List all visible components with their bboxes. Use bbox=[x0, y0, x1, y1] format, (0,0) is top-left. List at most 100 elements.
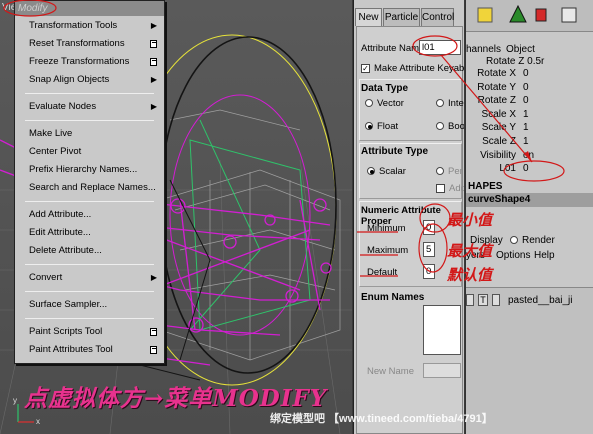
maximum-field[interactable]: 5 bbox=[423, 242, 435, 257]
dialog-panel: Attribute Name l01 ✓ Make Attribute Keyab… bbox=[356, 26, 464, 434]
attribute-name-field[interactable]: l01 bbox=[419, 40, 461, 55]
menu-item-reset-transformations[interactable]: Reset Transformations bbox=[15, 35, 164, 53]
channel-attr-value[interactable]: 0 bbox=[523, 68, 529, 79]
new-name-field[interactable] bbox=[423, 363, 461, 378]
menu-item-transformation-tools[interactable]: Transformation Tools ▶ bbox=[15, 17, 164, 35]
menu-item-label: Transformation Tools bbox=[29, 20, 118, 31]
layer-name[interactable]: pasted__bai_ji bbox=[508, 295, 573, 306]
add-checkbox-row[interactable]: Add bbox=[436, 183, 464, 194]
add-checkbox[interactable] bbox=[436, 183, 445, 193]
radio-vector-dot[interactable] bbox=[365, 99, 373, 108]
radio-scalar[interactable]: Scalar bbox=[367, 166, 406, 177]
menu-item-delete-attribute[interactable]: Delete Attribute... bbox=[15, 242, 164, 260]
option-box-icon[interactable] bbox=[150, 346, 157, 354]
render-radio-dot[interactable] bbox=[510, 236, 518, 245]
menu-item-prefix-hierarchy-names[interactable]: Prefix Hierarchy Names... bbox=[15, 161, 164, 179]
radio-float[interactable]: Float bbox=[365, 121, 398, 132]
menu-item-evaluate-nodes[interactable]: Evaluate Nodes ▶ bbox=[15, 98, 164, 116]
menu-items: Transformation Tools ▶ Reset Transformatio… bbox=[15, 16, 164, 359]
channel-attr-row[interactable]: Scale Y 1 bbox=[466, 122, 593, 136]
menu-separator bbox=[25, 264, 154, 265]
channel-toolbar bbox=[466, 0, 593, 32]
render-radio-row[interactable]: Render bbox=[510, 235, 555, 246]
channel-attr-value[interactable]: 1 bbox=[523, 122, 529, 133]
enum-names-list[interactable] bbox=[423, 305, 461, 355]
tab-channels[interactable]: hannels bbox=[466, 44, 501, 55]
channel-attr-value[interactable]: 1 bbox=[523, 136, 529, 147]
option-box-icon[interactable] bbox=[150, 328, 157, 336]
menu-item-search-and-replace-names[interactable]: Search and Replace Names... bbox=[15, 179, 164, 197]
radio-float-label: Float bbox=[377, 121, 399, 132]
make-keyable-label: Make Attribute Keyable bbox=[374, 63, 464, 74]
radio-per-particle-label: Per bbox=[448, 166, 463, 177]
radio-vector-label: Vector bbox=[377, 98, 404, 109]
channel-attr-row[interactable]: Scale Z 1 bbox=[466, 136, 593, 150]
radio-boolean-label: Bool bbox=[448, 121, 464, 132]
radio-per-particle[interactable]: Per bbox=[436, 166, 463, 177]
layer-menu-options[interactable]: Options bbox=[496, 250, 530, 261]
menu-separator bbox=[25, 291, 154, 292]
radio-boolean[interactable]: Bool bbox=[436, 121, 464, 132]
layer-menu-help[interactable]: Help bbox=[534, 250, 555, 261]
tab-new[interactable]: New bbox=[355, 8, 382, 26]
minimum-label: Minimum bbox=[367, 223, 406, 234]
menu-item-label: Convert bbox=[29, 272, 63, 283]
make-keyable-checkbox[interactable]: ✓ bbox=[361, 63, 370, 73]
channel-attr-name: Visibility bbox=[480, 149, 516, 161]
channel-attr-value[interactable]: 0 bbox=[523, 163, 529, 174]
tab-particle[interactable]: Particle bbox=[383, 8, 420, 26]
menu-item-center-pivot[interactable]: Center Pivot bbox=[15, 143, 164, 161]
tab-object[interactable]: Object bbox=[506, 44, 535, 55]
layer-visibility-toggle[interactable] bbox=[466, 294, 474, 306]
modify-menu: Modify Transformation Tools ▶ Reset Transf… bbox=[14, 0, 165, 364]
channel-attr-row[interactable]: Rotate X 0 bbox=[466, 68, 593, 82]
channel-attr-name: Rotate Y bbox=[477, 81, 516, 93]
menu-item-freeze-transformations[interactable]: Freeze Transformations bbox=[15, 53, 164, 71]
option-box-icon[interactable] bbox=[150, 40, 157, 48]
channel-attr-value[interactable]: 0 bbox=[523, 82, 529, 93]
channel-attr-row[interactable]: Rotate Z 0 bbox=[466, 95, 593, 109]
menu-item-add-attribute[interactable]: Add Attribute... bbox=[15, 206, 164, 224]
menu-item-make-live[interactable]: Make Live bbox=[15, 125, 164, 143]
channel-attr-value[interactable]: 1 bbox=[523, 109, 529, 120]
radio-vector[interactable]: Vector bbox=[365, 98, 404, 109]
menu-item-paint-attributes-tool[interactable]: Paint Attributes Tool bbox=[15, 341, 164, 359]
menu-item-snap-align-objects[interactable]: Snap Align Objects ▶ bbox=[15, 71, 164, 89]
channel-attr-value[interactable]: 0 bbox=[523, 95, 529, 106]
add-checkbox-label: Add bbox=[449, 183, 464, 194]
menu-separator bbox=[25, 120, 154, 121]
minimum-field[interactable]: 0 bbox=[423, 220, 435, 235]
layer-template-toggle[interactable]: T bbox=[478, 294, 488, 306]
channel-attr-value[interactable]: on bbox=[523, 150, 534, 161]
radio-per-particle-dot[interactable] bbox=[436, 167, 444, 176]
menu-item-edit-attribute[interactable]: Edit Attribute... bbox=[15, 224, 164, 242]
dialog-tabs: New Particle Control bbox=[354, 8, 464, 26]
menu-title[interactable]: Modify bbox=[15, 1, 164, 16]
menu-item-convert[interactable]: Convert ▶ bbox=[15, 269, 164, 287]
layer-color-swatch[interactable] bbox=[492, 294, 500, 306]
channel-attr-name: Scale X bbox=[481, 108, 516, 120]
menu-item-label: Add Attribute... bbox=[29, 209, 92, 220]
channel-attr-row[interactable]: Rotate Y 0 bbox=[466, 82, 593, 96]
submenu-arrow-icon: ▶ bbox=[150, 75, 157, 84]
channel-attr-row[interactable]: Visibility on bbox=[466, 150, 593, 164]
radio-float-dot[interactable] bbox=[365, 122, 373, 131]
channel-attr-name: L01 bbox=[499, 163, 516, 175]
channel-attr-name: Scale Y bbox=[481, 122, 516, 134]
submenu-arrow-icon: ▶ bbox=[150, 21, 157, 30]
radio-scalar-dot[interactable] bbox=[367, 167, 375, 176]
option-box-icon[interactable] bbox=[150, 58, 157, 66]
radio-boolean-dot[interactable] bbox=[436, 122, 444, 131]
shape-name[interactable]: curveShape4 bbox=[466, 193, 593, 207]
maximum-label: Maximum bbox=[367, 245, 409, 256]
menu-item-paint-scripts-tool[interactable]: Paint Scripts Tool bbox=[15, 323, 164, 341]
menu-item-surface-sampler[interactable]: Surface Sampler... bbox=[15, 296, 164, 314]
default-field[interactable]: 0 bbox=[423, 264, 435, 279]
tab-control[interactable]: Control bbox=[421, 8, 454, 26]
data-type-title: Data Type bbox=[361, 83, 409, 94]
radio-integer-dot[interactable] bbox=[436, 99, 444, 108]
radio-scalar-label: Scalar bbox=[379, 166, 406, 177]
channel-attr-row[interactable]: L01 0 bbox=[466, 163, 593, 177]
radio-integer[interactable]: Integ bbox=[436, 98, 464, 109]
channel-attr-row[interactable]: Scale X 1 bbox=[466, 109, 593, 123]
